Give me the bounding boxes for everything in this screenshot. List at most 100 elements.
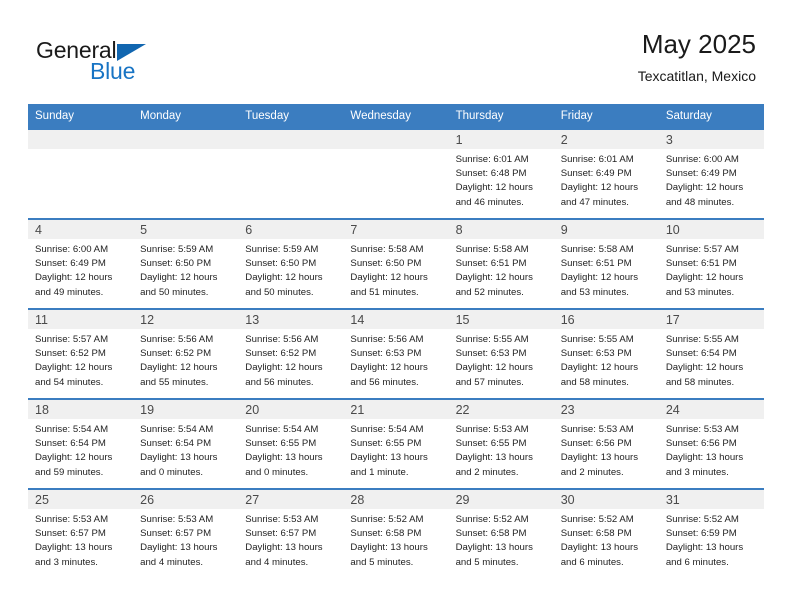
day-number: 14 [350, 313, 365, 327]
calendar-cell-inner: 23 Sunrise: 5:53 AM Sunset: 6:56 PM Dayligh… [553, 400, 659, 488]
day-detail-sunrise: Sunrise: 5:56 AM [245, 334, 319, 345]
calendar-day-cell[interactable]: 16 Sunrise: 5:55 AM Sunset: 6:53 PM Dayligh… [553, 308, 659, 399]
calendar-day-cell[interactable]: 18 Sunrise: 5:54 AM Sunset: 6:54 PM Dayligh… [28, 398, 134, 489]
calendar-week-row: 25 Sunrise: 5:53 AM Sunset: 6:57 PM Dayligh… [28, 488, 764, 579]
calendar-day-cell[interactable]: 13 Sunrise: 5:56 AM Sunset: 6:52 PM Dayligh… [238, 308, 344, 399]
calendar-day-cell[interactable]: 20 Sunrise: 5:54 AM Sunset: 6:55 PM Dayligh… [238, 398, 344, 489]
day-details: Sunrise: 6:01 AM Sunset: 6:48 PM Daylight:… [449, 149, 554, 210]
day-details: Sunrise: 5:57 AM Sunset: 6:51 PM Daylight:… [659, 239, 764, 300]
day-detail-sunset: Sunset: 6:57 PM [245, 528, 317, 540]
day-detail-daylight2: and 0 minutes. [140, 466, 204, 478]
day-number: 31 [665, 493, 680, 507]
day-number-band: 26 [133, 490, 239, 509]
day-detail-daylight1: Daylight: 13 hours [455, 542, 533, 554]
day-number-band: 6 [238, 220, 344, 239]
day-detail-daylight2: and 51 minutes. [350, 286, 419, 298]
day-number-band [133, 130, 239, 149]
day-detail-sunrise: Sunrise: 5:53 AM [455, 424, 529, 435]
calendar-cell-inner: 6 Sunrise: 5:59 AM Sunset: 6:50 PM Daylight… [238, 220, 344, 308]
calendar-day-cell[interactable]: 23 Sunrise: 5:53 AM Sunset: 6:56 PM Dayligh… [553, 398, 659, 489]
day-details: Sunrise: 5:54 AM Sunset: 6:55 PM Daylight:… [343, 419, 448, 480]
day-number-band: 19 [133, 400, 239, 419]
calendar-week-row: 11 Sunrise: 5:57 AM Sunset: 6:52 PM Dayligh… [28, 308, 764, 399]
day-number: 2 [560, 133, 568, 147]
day-detail-sunrise: Sunrise: 5:54 AM [140, 424, 214, 435]
day-details: Sunrise: 6:01 AM Sunset: 6:49 PM Daylight:… [554, 149, 659, 210]
calendar-day-cell[interactable]: 31 Sunrise: 5:52 AM Sunset: 6:59 PM Dayligh… [658, 488, 764, 579]
day-detail-daylight1: Daylight: 12 hours [560, 362, 639, 374]
calendar-day-cell[interactable]: 27 Sunrise: 5:53 AM Sunset: 6:57 PM Dayligh… [238, 488, 344, 579]
calendar-day-cell[interactable]: 26 Sunrise: 5:53 AM Sunset: 6:57 PM Dayligh… [133, 488, 239, 579]
day-detail-daylight2: and 6 minutes. [665, 556, 729, 568]
day-detail-daylight2: and 5 minutes. [455, 556, 519, 568]
general-blue-logo[interactable]: General Blue [36, 37, 236, 85]
day-detail-sunrise: Sunrise: 5:54 AM [350, 424, 424, 435]
day-detail-sunset: Sunset: 6:51 PM [665, 258, 737, 270]
day-detail-sunrise: Sunrise: 5:59 AM [245, 244, 319, 255]
calendar-cell-inner [238, 130, 344, 218]
day-number-band [238, 130, 344, 149]
calendar-cell-inner: 16 Sunrise: 5:55 AM Sunset: 6:53 PM Dayligh… [553, 310, 659, 398]
day-number-band [343, 130, 449, 149]
day-detail-daylight2: and 46 minutes. [455, 196, 524, 208]
calendar-day-cell[interactable]: 8 Sunrise: 5:58 AM Sunset: 6:51 PM Daylight… [448, 218, 554, 309]
day-number-band: 9 [553, 220, 659, 239]
day-number: 30 [560, 493, 575, 507]
day-detail-sunset: Sunset: 6:52 PM [140, 348, 212, 360]
weekday-header-thursday: Thursday [448, 104, 554, 129]
calendar-cell-inner: 8 Sunrise: 5:58 AM Sunset: 6:51 PM Daylight… [448, 220, 554, 308]
day-detail-daylight1: Daylight: 13 hours [350, 542, 428, 554]
calendar-day-cell[interactable]: 1 Sunrise: 6:01 AM Sunset: 6:48 PM Daylight… [448, 128, 554, 219]
day-detail-daylight1: Daylight: 12 hours [35, 362, 113, 374]
calendar-day-cell[interactable]: 22 Sunrise: 5:53 AM Sunset: 6:55 PM Dayligh… [448, 398, 554, 489]
calendar-day-cell[interactable]: 7 Sunrise: 5:58 AM Sunset: 6:50 PM Daylight… [343, 218, 449, 309]
day-number: 7 [350, 223, 358, 237]
calendar-day-cell[interactable]: 15 Sunrise: 5:55 AM Sunset: 6:53 PM Dayligh… [448, 308, 554, 399]
day-number-band: 22 [448, 400, 554, 419]
day-number-band: 15 [448, 310, 554, 329]
day-detail-sunrise: Sunrise: 5:54 AM [245, 424, 319, 435]
day-detail-daylight1: Daylight: 13 hours [35, 542, 113, 554]
calendar-day-cell[interactable]: 12 Sunrise: 5:56 AM Sunset: 6:52 PM Dayligh… [133, 308, 239, 399]
calendar-day-cell[interactable]: 3 Sunrise: 6:00 AM Sunset: 6:49 PM Daylight… [658, 128, 764, 219]
day-detail-daylight1: Daylight: 12 hours [665, 362, 744, 374]
day-number-band: 23 [553, 400, 659, 419]
day-details: Sunrise: 5:52 AM Sunset: 6:58 PM Daylight:… [554, 509, 659, 570]
day-details: Sunrise: 5:53 AM Sunset: 6:55 PM Daylight:… [449, 419, 554, 480]
calendar-day-cell[interactable]: 30 Sunrise: 5:52 AM Sunset: 6:58 PM Dayligh… [553, 488, 659, 579]
day-number: 24 [665, 403, 680, 417]
day-details: Sunrise: 5:57 AM Sunset: 6:52 PM Daylight:… [28, 329, 133, 390]
day-details: Sunrise: 5:54 AM Sunset: 6:54 PM Daylight:… [133, 419, 238, 480]
day-details: Sunrise: 5:52 AM Sunset: 6:59 PM Daylight:… [659, 509, 764, 570]
calendar-day-cell[interactable]: 28 Sunrise: 5:52 AM Sunset: 6:58 PM Dayligh… [343, 488, 449, 579]
calendar-day-cell[interactable]: 17 Sunrise: 5:55 AM Sunset: 6:54 PM Dayligh… [658, 308, 764, 399]
day-detail-sunset: Sunset: 6:51 PM [455, 258, 527, 270]
calendar-day-cell[interactable]: 19 Sunrise: 5:54 AM Sunset: 6:54 PM Dayligh… [133, 398, 239, 489]
day-detail-daylight1: Daylight: 12 hours [455, 272, 533, 284]
day-details: Sunrise: 5:55 AM Sunset: 6:53 PM Daylight:… [554, 329, 659, 390]
day-number-band: 1 [448, 130, 554, 149]
calendar-day-cell[interactable]: 21 Sunrise: 5:54 AM Sunset: 6:55 PM Dayligh… [343, 398, 449, 489]
day-detail-sunset: Sunset: 6:53 PM [560, 348, 632, 360]
calendar-day-cell[interactable]: 25 Sunrise: 5:53 AM Sunset: 6:57 PM Dayligh… [28, 488, 134, 579]
day-detail-sunset: Sunset: 6:58 PM [560, 528, 632, 540]
day-detail-daylight1: Daylight: 12 hours [560, 272, 639, 284]
day-detail-daylight1: Daylight: 13 hours [140, 452, 218, 464]
calendar-cell-inner [133, 130, 239, 218]
calendar-day-cell[interactable]: 11 Sunrise: 5:57 AM Sunset: 6:52 PM Dayligh… [28, 308, 134, 399]
day-detail-sunrise: Sunrise: 5:55 AM [560, 334, 634, 345]
calendar-day-cell[interactable]: 4 Sunrise: 6:00 AM Sunset: 6:49 PM Daylight… [28, 218, 134, 309]
calendar-day-cell[interactable]: 5 Sunrise: 5:59 AM Sunset: 6:50 PM Daylight… [133, 218, 239, 309]
calendar-day-cell[interactable]: 29 Sunrise: 5:52 AM Sunset: 6:58 PM Dayligh… [448, 488, 554, 579]
day-detail-sunset: Sunset: 6:54 PM [35, 438, 106, 450]
day-number: 26 [140, 493, 155, 507]
calendar-day-cell[interactable]: 6 Sunrise: 5:59 AM Sunset: 6:50 PM Daylight… [238, 218, 344, 309]
calendar-day-cell[interactable]: 24 Sunrise: 5:53 AM Sunset: 6:56 PM Dayligh… [658, 398, 764, 489]
day-detail-daylight2: and 58 minutes. [560, 376, 629, 388]
calendar-day-cell[interactable]: 14 Sunrise: 5:56 AM Sunset: 6:53 PM Dayligh… [343, 308, 449, 399]
calendar-day-cell[interactable]: 2 Sunrise: 6:01 AM Sunset: 6:49 PM Daylight… [553, 128, 659, 219]
calendar-day-cell[interactable]: 10 Sunrise: 5:57 AM Sunset: 6:51 PM Dayligh… [658, 218, 764, 309]
day-number: 6 [245, 223, 253, 237]
day-detail-daylight2: and 55 minutes. [140, 376, 209, 388]
calendar-day-cell[interactable]: 9 Sunrise: 5:58 AM Sunset: 6:51 PM Daylight… [553, 218, 659, 309]
